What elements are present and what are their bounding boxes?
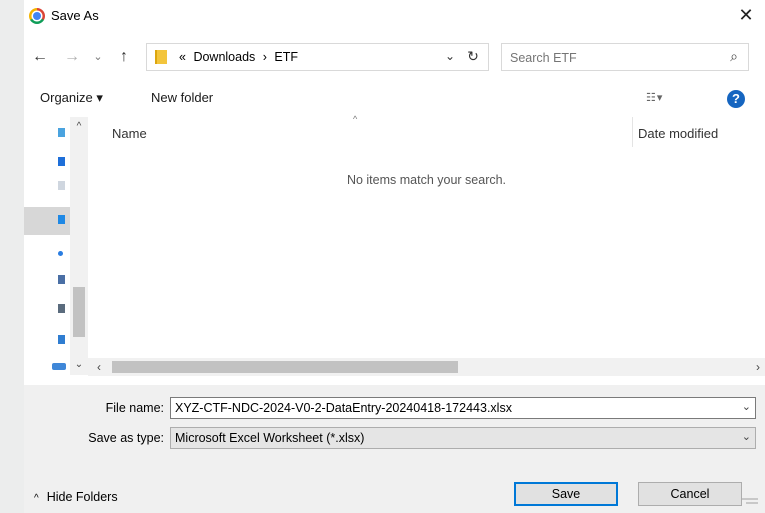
close-button[interactable]: ✕ [734,3,758,27]
breadcrumb-overflow-icon[interactable]: « [179,50,186,64]
save-as-type-label: Save as type: [88,431,164,445]
downloads-icon[interactable] [58,215,65,224]
file-name-dropdown-icon[interactable]: ⌄ [742,400,751,413]
caret-up-icon: ^ [34,493,39,504]
sort-indicator-icon: ^ [353,114,358,124]
horizontal-scrollbar-thumb[interactable] [112,361,458,373]
empty-message: No items match your search. [346,173,507,187]
hide-folders-button[interactable]: ^ Hide Folders [34,490,118,504]
search-box[interactable]: ⌕ [501,43,749,71]
scroll-up-icon[interactable]: ^ [70,121,88,132]
column-header-name[interactable]: Name [112,126,147,141]
file-name-field[interactable]: ⌄ [170,397,756,419]
breadcrumb: « Downloads › ETF [179,50,302,64]
save-form: File name: ⌄ Save as type: Microsoft Exc… [24,385,765,513]
new-folder-button[interactable]: New folder [151,90,213,105]
save-as-type-dropdown-icon[interactable]: ⌄ [742,430,751,443]
scrollbar-thumb[interactable] [73,287,85,337]
file-list-horizontal-scrollbar[interactable]: ‹ › [88,358,765,376]
recent-locations-dropdown[interactable]: ⌄ [88,46,108,68]
scroll-right-icon[interactable]: › [749,360,765,374]
help-icon[interactable]: ? [727,90,745,108]
documents-icon[interactable] [58,181,65,190]
file-list[interactable]: ^ Name Date modified No items match your… [88,114,765,375]
title-bar: Save As ✕ [24,0,765,34]
navigation-bar: ← → ⌄ ↑ « Downloads › ETF ⌄ ↻ ⌕ [24,41,765,75]
search-icon[interactable]: ⌕ [726,48,742,66]
network-icon[interactable] [52,363,66,370]
scroll-left-icon[interactable]: ‹ [90,360,108,374]
videos-icon[interactable] [58,304,65,313]
navigation-tree[interactable] [24,117,70,375]
save-as-type-select[interactable]: Microsoft Excel Worksheet (*.xlsx) ⌄ [170,427,756,449]
cancel-button[interactable]: Cancel [638,482,742,506]
breadcrumb-downloads[interactable]: Downloads [193,50,255,64]
this-pc-icon[interactable] [58,335,65,344]
forward-arrow-icon[interactable]: → [62,46,82,68]
back-arrow-icon[interactable]: ← [30,46,50,68]
save-as-dialog: Save As ✕ ← → ⌄ ↑ « Downloads › ETF ⌄ ↻ … [24,0,765,513]
scroll-down-icon[interactable]: ⌄ [70,359,88,370]
desktop-icon[interactable] [58,157,65,166]
onedrive-icon[interactable] [58,251,63,256]
address-bar[interactable]: « Downloads › ETF ⌄ ↻ [146,43,489,71]
save-button[interactable]: Save [514,482,618,506]
resize-grip-icon[interactable] [740,490,760,506]
hide-folders-label: Hide Folders [46,490,118,504]
navigation-pane: ^ ⌄ [24,117,88,375]
address-dropdown-icon[interactable]: ⌄ [443,49,457,65]
search-input[interactable] [508,47,712,69]
file-name-label: File name: [105,401,164,415]
column-divider[interactable] [632,117,633,147]
chrome-icon [29,8,45,24]
organize-menu[interactable]: Organize ▾ [40,90,103,106]
file-name-input[interactable] [175,400,725,416]
navigation-scrollbar[interactable]: ^ ⌄ [70,117,88,375]
quick-access-icon[interactable] [58,128,65,137]
save-as-type-value: Microsoft Excel Worksheet (*.xlsx) [175,431,365,445]
pictures-icon[interactable] [58,275,65,284]
breadcrumb-etf[interactable]: ETF [274,50,298,64]
refresh-icon[interactable]: ↻ [465,48,481,66]
view-options-icon[interactable]: ☷ ▾ [646,91,662,104]
window-title: Save As [51,8,99,23]
command-bar: Organize ▾ New folder ☷ ▾ ? [24,82,765,114]
breadcrumb-separator-icon[interactable]: › [263,50,267,64]
column-header-date-modified[interactable]: Date modified [638,126,718,141]
folder-icon [155,50,167,64]
up-arrow-icon[interactable]: ↑ [114,46,134,68]
